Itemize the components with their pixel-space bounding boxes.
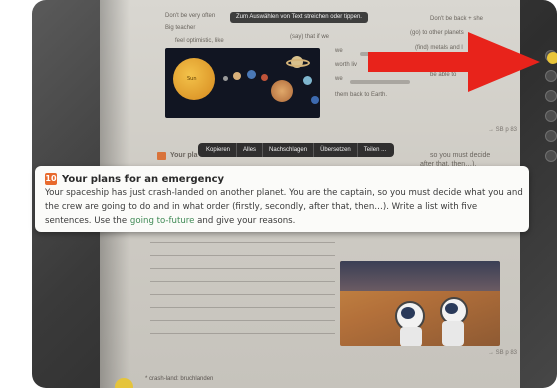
page-text: Your pla bbox=[170, 152, 198, 159]
astronaut-illustration bbox=[340, 261, 500, 346]
menu-select-all[interactable]: Alles bbox=[237, 143, 264, 157]
menu-share[interactable]: Teilen ... bbox=[358, 143, 392, 157]
page-text: so you must decide bbox=[430, 152, 491, 159]
menu-translate[interactable]: Übersetzen bbox=[314, 143, 358, 157]
page-text: (say) that if we bbox=[290, 34, 330, 40]
yellow-marker-icon bbox=[547, 52, 557, 64]
side-control-strip bbox=[545, 50, 557, 170]
circle-icon bbox=[545, 150, 557, 162]
page-reference: → SB p 83 bbox=[488, 350, 518, 356]
card-title: 10 Your plans for an emergency bbox=[45, 173, 224, 185]
page-text: them back to Earth. bbox=[335, 92, 388, 98]
menu-copy[interactable]: Kopieren bbox=[200, 143, 238, 157]
text-selection-hint: Zum Auswählen von Text streichen oder ti… bbox=[230, 12, 368, 23]
exercise-title: Your plans for an emergency bbox=[62, 173, 225, 185]
text-context-menu: Kopieren Alles Nachschlagen Übersetzen T… bbox=[198, 143, 395, 157]
exercise-instructions: Your spaceship has just crash-landed on … bbox=[45, 186, 523, 228]
circle-icon bbox=[545, 110, 557, 122]
page-text: we bbox=[335, 48, 343, 54]
lifted-text-card[interactable]: 10 Your plans for an emergency Your spac… bbox=[35, 166, 529, 232]
page-text: feel optimistic, like bbox=[175, 38, 224, 44]
footnote: * crash-land: bruchlanden bbox=[145, 376, 214, 382]
page-text: Don't be back + she bbox=[430, 16, 484, 22]
circle-icon bbox=[545, 70, 557, 82]
page-reference: → SB p 83 bbox=[488, 127, 518, 133]
exercise-number-badge bbox=[157, 152, 166, 160]
screen: Don't be very often Big teacher feel opt… bbox=[0, 0, 557, 388]
page-text: Don't be very often bbox=[165, 13, 216, 19]
exercise-number: 10 bbox=[45, 173, 57, 185]
menu-look-up[interactable]: Nachschlagen bbox=[263, 143, 315, 157]
red-arrow-icon bbox=[368, 32, 540, 92]
sun-label: Sun bbox=[187, 76, 197, 82]
instructions-text-end: and give your reasons. bbox=[194, 216, 296, 226]
page-text: we bbox=[335, 76, 343, 82]
circle-icon bbox=[545, 90, 557, 102]
circle-icon bbox=[545, 130, 557, 142]
solar-system-illustration: Sun bbox=[165, 48, 320, 118]
page-text: worth liv bbox=[335, 62, 358, 68]
highlighted-term: going to-future bbox=[129, 216, 195, 226]
writing-lines bbox=[150, 242, 335, 346]
page-text: Big teacher bbox=[165, 25, 196, 31]
